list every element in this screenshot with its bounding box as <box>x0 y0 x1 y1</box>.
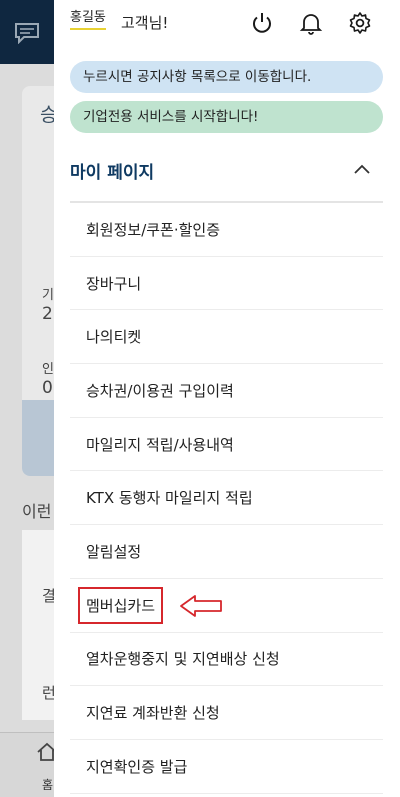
menu-item-label: 나의티켓 <box>86 328 142 347</box>
menu-item-membership-card[interactable]: 멤버십카드 <box>70 579 383 633</box>
menu-item-notification-settings[interactable]: 알림설정 <box>70 525 383 579</box>
side-drawer: 홍길동 고객님! 누르시면 공지사항 목록으로 이동합니다. 기업전용 서비스를… <box>54 0 400 797</box>
user-name: 홍길동 <box>70 10 106 30</box>
background-text: 2 <box>42 304 53 324</box>
background-text: 홈 <box>42 778 54 792</box>
user-greeting: 고객님! <box>121 14 169 32</box>
menu-item-label: 열차운행중지 및 지연배상 신청 <box>86 650 280 669</box>
background-text: 인 <box>42 362 54 377</box>
menu-item-cart[interactable]: 장바구니 <box>70 257 383 311</box>
chat-icon <box>15 23 39 44</box>
menu-item-label: 장바구니 <box>86 274 142 293</box>
menu-item-delay-certificate[interactable]: 지연확인증 발급 <box>70 740 383 794</box>
menu-item-label: 알림설정 <box>86 542 142 561</box>
menu-item-my-tickets[interactable]: 나의티켓 <box>70 310 383 365</box>
section-title-mypage[interactable]: 마이 페이지 <box>70 158 154 183</box>
gear-icon[interactable] <box>348 11 372 35</box>
menu-item-label: 지연확인증 발급 <box>86 757 188 776</box>
arrow-left-icon <box>180 595 222 617</box>
drawer-topbar: 홍길동 고객님! <box>54 0 400 48</box>
chevron-up-icon[interactable] <box>352 160 372 178</box>
menu-item-label: 지연료 계좌반환 신청 <box>86 704 220 723</box>
menu-item-label: 회원정보/쿠폰·할인증 <box>86 220 221 239</box>
menu-item-mileage-history[interactable]: 마일리지 적립/사용내역 <box>70 418 383 472</box>
corporate-service-banner[interactable]: 기업전용 서비스를 시작합니다! <box>70 101 383 133</box>
menu-item-label: 멤버십카드 <box>78 586 164 624</box>
menu-item-purchase-history[interactable]: 승차권/이용권 구입이력 <box>70 364 383 418</box>
menu-item-label: 마일리지 적립/사용내역 <box>86 435 234 454</box>
background-text: 0 <box>42 378 53 398</box>
bell-icon[interactable] <box>299 11 323 35</box>
menu-item-label: KTX 동행자 마일리지 적립 <box>86 489 253 508</box>
menu-item-delay-refund[interactable]: 지연료 계좌반환 신청 <box>70 686 383 740</box>
menu-item-companion-mileage[interactable]: KTX 동행자 마일리지 적립 <box>70 471 383 526</box>
background-text: 기 <box>42 288 54 303</box>
notice-banner[interactable]: 누르시면 공지사항 목록으로 이동합니다. <box>70 61 383 93</box>
menu-item-member-info[interactable]: 회원정보/쿠폰·할인증 <box>70 203 383 257</box>
power-icon[interactable] <box>250 11 274 35</box>
menu-item-delay-compensation[interactable]: 열차운행중지 및 지연배상 신청 <box>70 633 383 687</box>
mypage-menu: 회원정보/쿠폰·할인증 장바구니 나의티켓 승차권/이용권 구입이력 마일리지 … <box>70 203 383 794</box>
background-text: 이런 <box>22 502 52 521</box>
menu-item-label: 승차권/이용권 구입이력 <box>86 381 234 400</box>
